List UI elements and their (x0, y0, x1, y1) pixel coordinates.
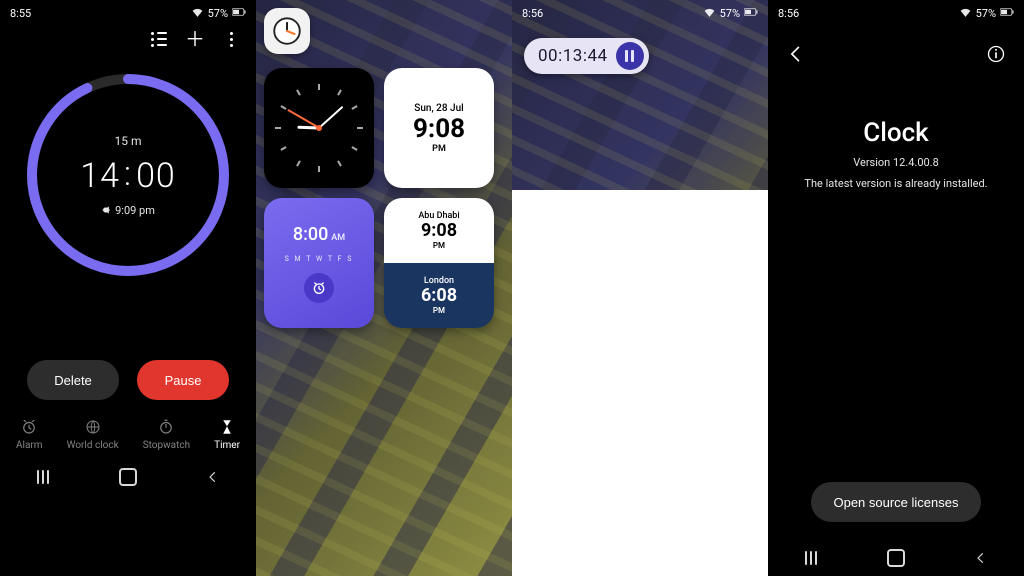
screenshot-stopwatch-widget: 8:56 57% 00:13:44 (512, 0, 768, 576)
widget-digital-clock[interactable]: Sun, 28 Jul 9:08 PM (384, 68, 494, 188)
timer-remaining: 14:00 (80, 156, 176, 196)
status-time: 8:56 (522, 7, 543, 20)
hourglass-icon (218, 418, 236, 436)
alarm-icon-button[interactable] (304, 273, 334, 303)
alarm-days: S M T W T F S (285, 255, 354, 263)
status-bar: 8:56 57% (768, 0, 1024, 24)
wifi-icon (191, 7, 204, 20)
about-status: The latest version is already installed. (804, 177, 987, 190)
open-source-licenses-button[interactable]: Open source licenses (811, 482, 980, 522)
bell-icon (101, 205, 111, 215)
list-icon (151, 32, 167, 47)
nav-recents[interactable] (34, 468, 52, 486)
alarm-time: 8:00AM (293, 224, 345, 245)
pause-button[interactable]: Pause (137, 360, 229, 400)
world-ampm-1: PM (433, 241, 445, 250)
alarm-icon (311, 280, 327, 296)
battery-icon (1000, 7, 1014, 20)
battery-percent: 57% (976, 7, 996, 20)
world-ampm-2: PM (433, 306, 445, 315)
tab-timer[interactable]: Timer (214, 418, 240, 451)
clock-app-icon[interactable] (264, 8, 310, 54)
widget-world-clock[interactable]: Abu Dhabi 9:08 PM London 6:08 PM (384, 198, 494, 328)
stopwatch-icon (157, 418, 175, 436)
system-nav-bar (768, 540, 1024, 576)
timer-controls: Delete Pause (0, 360, 256, 400)
screenshot-widgets: Sun, 28 Jul 9:08 PM 8:00AM S M T W T F S… (256, 0, 512, 576)
world-time-2: 6:08 (421, 286, 457, 306)
status-time: 8:55 (10, 7, 31, 20)
screenshot-timer: 8:55 57% ＋ 15 m (0, 0, 256, 576)
info-icon (986, 44, 1006, 64)
tab-alarm[interactable]: Alarm (16, 418, 43, 451)
more-icon (230, 30, 233, 48)
timer-progress-ring[interactable]: 15 m 14:00 9:09 pm (23, 70, 233, 280)
alarm-icon (20, 418, 38, 436)
back-button[interactable] (786, 44, 806, 68)
timer-duration-label: 15 m (115, 134, 142, 148)
stopwatch-widget[interactable]: 00:13:44 (524, 38, 649, 74)
stopwatch-pause-button[interactable] (616, 42, 644, 70)
wifi-icon (703, 7, 716, 20)
widget-alarm[interactable]: 8:00AM S M T W T F S (264, 198, 374, 328)
back-icon (786, 44, 806, 64)
nav-home[interactable] (119, 468, 137, 486)
nav-back[interactable] (972, 549, 990, 567)
about-version: Version 12.4.00.8 (853, 156, 939, 169)
globe-icon (84, 418, 102, 436)
bottom-tabs: Alarm World clock Stopwatch Timer (0, 400, 256, 459)
analog-clock-face (275, 84, 363, 172)
info-button[interactable] (986, 44, 1006, 68)
digital-time: 9:08 (413, 116, 465, 142)
battery-icon (232, 7, 246, 20)
battery-percent: 57% (208, 7, 228, 20)
timer-list-button[interactable] (150, 30, 168, 48)
about-title: Clock (863, 118, 928, 148)
tab-stopwatch[interactable]: Stopwatch (143, 418, 190, 451)
wifi-icon (959, 7, 972, 20)
tab-world-clock[interactable]: World clock (67, 418, 119, 451)
add-timer-button[interactable]: ＋ (186, 30, 204, 48)
status-bar: 8:56 57% (512, 0, 768, 24)
nav-recents[interactable] (802, 549, 820, 567)
digital-ampm: PM (432, 144, 446, 154)
world-time-1: 9:08 (421, 221, 457, 241)
minute-hand (318, 106, 343, 129)
system-nav-bar (0, 459, 256, 495)
digital-date: Sun, 28 Jul (414, 103, 463, 114)
screenshot-about: 8:56 57% Clock Version 12.4.00.8 The lat… (768, 0, 1024, 576)
status-bar: 8:55 57% (0, 0, 256, 24)
status-time: 8:56 (778, 7, 799, 20)
timer-top-actions: ＋ (0, 24, 256, 48)
delete-button[interactable]: Delete (27, 360, 119, 400)
nav-back[interactable] (204, 468, 222, 486)
more-button[interactable] (222, 30, 240, 48)
battery-percent: 57% (720, 7, 740, 20)
widget-analog-clock[interactable] (264, 68, 374, 188)
battery-icon (744, 7, 758, 20)
stopwatch-elapsed: 00:13:44 (538, 46, 608, 66)
nav-home[interactable] (887, 549, 905, 567)
timer-finish-time: 9:09 pm (101, 204, 155, 217)
